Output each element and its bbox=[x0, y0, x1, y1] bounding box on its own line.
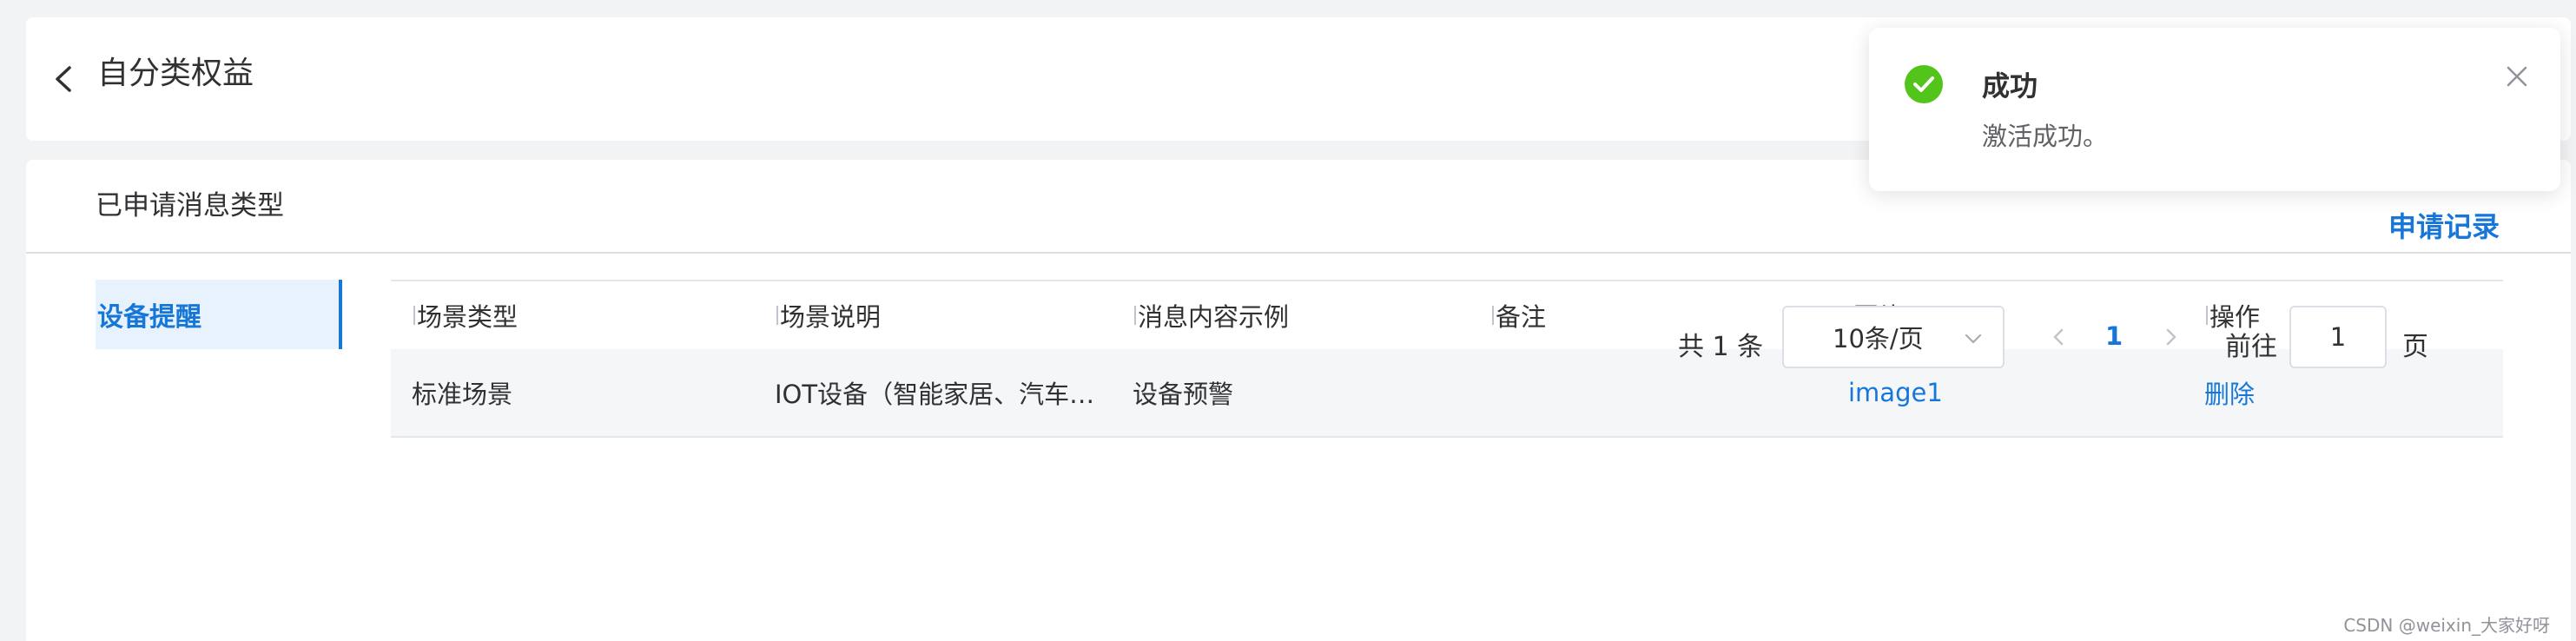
divider bbox=[26, 252, 2571, 254]
table-header-row: 场景类型 场景说明 消息内容示例 备注 图片 操作 bbox=[391, 281, 2503, 349]
main-panel: 已申请消息类型 申请记录 设备提醒 场景类型 场景说明 消息内容示例 备注 图片… bbox=[26, 160, 2571, 641]
scene-table: 场景类型 场景说明 消息内容示例 备注 图片 操作 标准场景 IOT设备（智能家… bbox=[391, 280, 2503, 438]
page-size-value: 10条/页 bbox=[1833, 324, 1924, 354]
goto-suffix: 页 bbox=[2402, 332, 2428, 362]
column-header-scene-type: 场景类型 bbox=[391, 297, 754, 334]
pagination-total: 共 1 条 bbox=[1678, 332, 1764, 362]
page-size-select[interactable]: 10条/页 bbox=[1782, 306, 2005, 368]
page-title: 自分类权益 bbox=[97, 56, 254, 91]
toast-message: 激活成功。 bbox=[1982, 122, 2109, 151]
cell-scene-type: 标准场景 bbox=[412, 380, 513, 409]
next-page-icon[interactable] bbox=[2161, 325, 2182, 349]
apply-record-link[interactable]: 申请记录 bbox=[2388, 205, 2500, 245]
watermark: CSDN @weixin_大家好呀 bbox=[2343, 615, 2550, 636]
delete-button[interactable]: 删除 bbox=[2183, 374, 2503, 411]
prev-page-icon[interactable] bbox=[2048, 325, 2069, 349]
side-tab-device-reminder[interactable]: 设备提醒 bbox=[96, 280, 342, 349]
success-check-icon bbox=[1905, 65, 1943, 103]
cell-scene-desc: IOT设备（智能家居、汽车… bbox=[775, 380, 1095, 409]
image-link[interactable]: image1 bbox=[1827, 378, 2183, 407]
column-header-remark: 备注 bbox=[1470, 297, 1827, 334]
section-title: 已申请消息类型 bbox=[96, 190, 284, 221]
goto-page-input[interactable] bbox=[2289, 306, 2387, 368]
close-icon[interactable] bbox=[2505, 64, 2529, 89]
page-number-current[interactable]: 1 bbox=[2105, 321, 2123, 351]
cell-message-example: 设备预警 bbox=[1133, 380, 1234, 409]
goto-label: 前往 bbox=[2225, 332, 2277, 362]
column-header-message-example: 消息内容示例 bbox=[1112, 297, 1470, 334]
column-header-scene-desc: 场景说明 bbox=[754, 297, 1112, 334]
table-row: 标准场景 IOT设备（智能家居、汽车… 设备预警 image1 删除 bbox=[391, 349, 2503, 438]
success-toast: 成功 激活成功。 bbox=[1869, 28, 2560, 191]
chevron-down-icon bbox=[1965, 334, 1982, 344]
toast-title: 成功 bbox=[1982, 69, 2038, 102]
back-arrow-icon[interactable] bbox=[49, 61, 78, 97]
